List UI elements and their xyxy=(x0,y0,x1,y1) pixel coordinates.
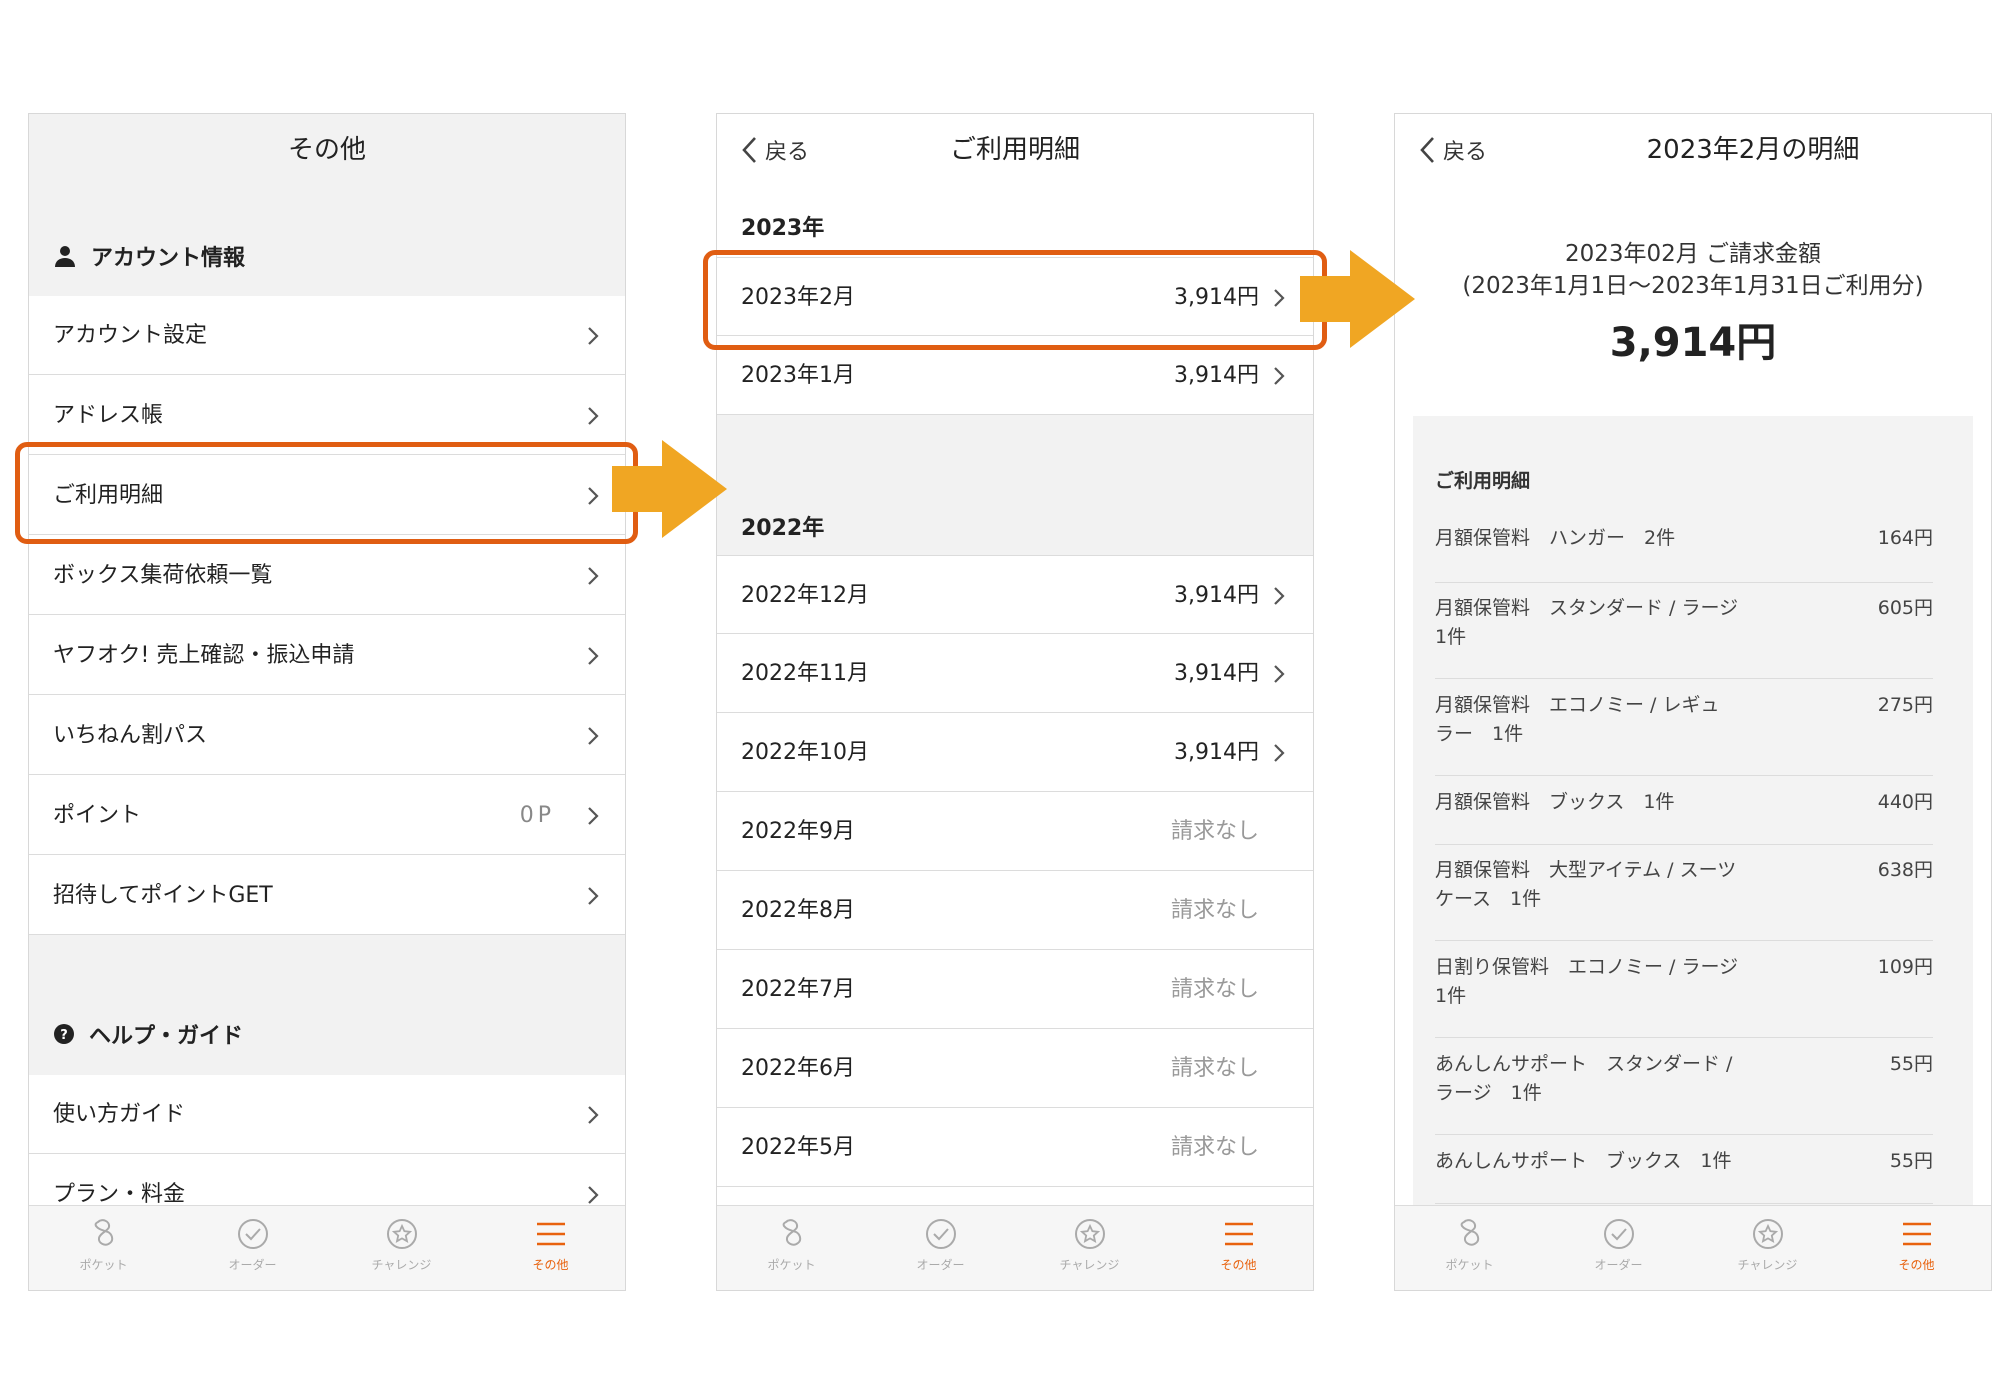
star-circle-icon xyxy=(386,1219,417,1249)
points-value: 0P xyxy=(519,803,555,828)
arrow-right-icon xyxy=(612,440,727,538)
highlight-box-2023-feb xyxy=(703,250,1327,350)
line-item: 月額保管料 ハンガー 2件 164円 xyxy=(1435,524,1933,583)
tab-other[interactable]: その他 xyxy=(476,1206,625,1290)
check-circle-icon xyxy=(1603,1219,1634,1249)
header: その他 xyxy=(29,114,625,187)
tab-order[interactable]: オーダー xyxy=(178,1206,327,1290)
pocket-icon xyxy=(782,1219,801,1246)
pocket-icon xyxy=(1460,1219,1479,1246)
check-circle-icon xyxy=(237,1219,268,1249)
chevron-right-icon xyxy=(1274,665,1285,683)
tab-order[interactable]: オーダー xyxy=(1544,1206,1693,1290)
screen-statement-detail: 戻る 2023年2月の明細 2023年02月 ご請求金額 (2023年1月1日〜… xyxy=(1394,113,1992,1291)
svg-text:?: ? xyxy=(60,1028,68,1043)
tab-pocket[interactable]: ポケット xyxy=(717,1206,866,1290)
statement-row-2022-10[interactable]: 2022年10月 3,914円 xyxy=(717,713,1313,792)
statement-row-2022-11[interactable]: 2022年11月 3,914円 xyxy=(717,634,1313,713)
statement-row-2022-06: 2022年6月 請求なし xyxy=(717,1029,1313,1108)
star-circle-icon xyxy=(1752,1219,1783,1249)
line-item: 月額保管料 スタンダード / ラージ 1件 605円 xyxy=(1435,594,1933,679)
page-title: その他 xyxy=(287,135,366,165)
page-title: ご利用明細 xyxy=(949,135,1080,165)
statement-row-2022-05: 2022年5月 請求なし xyxy=(717,1108,1313,1187)
menu-icon xyxy=(1224,1222,1253,1246)
pocket-icon xyxy=(94,1219,113,1246)
line-item: あんしんサポート スタンダード / ラージ 1件 55円 xyxy=(1435,1050,1933,1135)
menu-item-annual-pass[interactable]: いちねん割パス xyxy=(29,696,625,775)
chevron-right-icon xyxy=(1274,367,1285,385)
tab-bar: ポケット オーダー チャレンジ その他 xyxy=(717,1205,1313,1290)
menu-item-account-settings[interactable]: アカウント設定 xyxy=(29,296,625,375)
chevron-right-icon xyxy=(588,407,599,425)
page-title: 2023年2月の明細 xyxy=(1646,135,1860,165)
menu-icon xyxy=(1902,1222,1931,1246)
menu-item-invite[interactable]: 招待してポイントGET xyxy=(29,856,625,935)
tab-challenge[interactable]: チャレンジ xyxy=(1693,1206,1842,1290)
year-header-2022: 2022年 xyxy=(741,516,825,541)
tab-other[interactable]: その他 xyxy=(1164,1206,1313,1290)
back-button[interactable]: 戻る xyxy=(1419,114,1487,186)
check-circle-icon xyxy=(925,1219,956,1249)
highlight-box-usage-details xyxy=(15,442,638,544)
line-item: 日割り保管料 エコノミー / ラージ 1件 109円 xyxy=(1435,953,1933,1038)
tab-order[interactable]: オーダー xyxy=(866,1206,1015,1290)
menu-icon xyxy=(536,1222,565,1246)
chevron-right-icon xyxy=(1274,744,1285,762)
chevron-left-icon xyxy=(1420,137,1434,163)
header: 戻る ご利用明細 xyxy=(717,114,1313,186)
person-icon xyxy=(53,244,77,268)
tab-challenge[interactable]: チャレンジ xyxy=(327,1206,476,1290)
chevron-right-icon xyxy=(588,647,599,665)
chevron-right-icon xyxy=(588,1106,599,1124)
tab-pocket[interactable]: ポケット xyxy=(1395,1206,1544,1290)
statement-row-2022-07: 2022年7月 請求なし xyxy=(717,950,1313,1029)
tab-other[interactable]: その他 xyxy=(1842,1206,1991,1290)
menu-item-box-pickup-list[interactable]: ボックス集荷依頼一覧 xyxy=(29,536,625,615)
section-header-account: アカウント情報 xyxy=(53,240,245,272)
total-amount: 3,914円 xyxy=(1609,320,1777,366)
line-item: あんしんサポート ブックス 1件 55円 xyxy=(1435,1147,1933,1204)
line-item: 月額保管料 ブックス 1件 440円 xyxy=(1435,788,1933,845)
chevron-right-icon xyxy=(588,327,599,345)
tab-pocket[interactable]: ポケット xyxy=(29,1206,178,1290)
line-item: 月額保管料 大型アイテム / スーツ ケース 1件 638円 xyxy=(1435,856,1933,941)
detail-heading: ご利用明細 xyxy=(1435,470,1531,492)
chevron-right-icon xyxy=(588,887,599,905)
help-icon: ? xyxy=(53,1023,75,1045)
billing-period-range: (2023年1月1日〜2023年1月31日ご利用分) xyxy=(1462,273,1924,299)
year-header-2023: 2023年 xyxy=(741,216,825,241)
chevron-right-icon xyxy=(1274,587,1285,605)
arrow-right-icon xyxy=(1300,250,1415,348)
statement-row-2022-09: 2022年9月 請求なし xyxy=(717,792,1313,871)
tab-challenge[interactable]: チャレンジ xyxy=(1015,1206,1164,1290)
tab-bar: ポケット オーダー チャレンジ その他 xyxy=(29,1205,625,1290)
line-item: 月額保管料 エコノミー / レギュ ラー 1件 275円 xyxy=(1435,691,1933,776)
chevron-right-icon xyxy=(588,807,599,825)
billing-period-label: 2023年02月 ご請求金額 xyxy=(1564,241,1822,267)
section-header-help: ? ヘルプ・ガイド xyxy=(53,1018,243,1050)
chevron-right-icon xyxy=(588,567,599,585)
tab-bar: ポケット オーダー チャレンジ その他 xyxy=(1395,1205,1991,1290)
menu-item-points[interactable]: ポイント 0P xyxy=(29,776,625,855)
menu-item-usage-guide[interactable]: 使い方ガイド xyxy=(29,1075,625,1154)
chevron-right-icon xyxy=(588,1186,599,1204)
menu-item-yahoo-auction[interactable]: ヤフオク! 売上確認・振込申請 xyxy=(29,616,625,695)
chevron-right-icon xyxy=(588,727,599,745)
header: 戻る 2023年2月の明細 xyxy=(1395,114,1991,186)
star-circle-icon xyxy=(1074,1219,1105,1249)
statement-row-2022-12[interactable]: 2022年12月 3,914円 xyxy=(717,555,1313,634)
statement-row-2022-08: 2022年8月 請求なし xyxy=(717,871,1313,950)
screen-other-menu: その他 アカウント情報 アカウント設定 アドレス帳 ご利用明細 ボックス集荷依頼… xyxy=(28,113,626,1291)
